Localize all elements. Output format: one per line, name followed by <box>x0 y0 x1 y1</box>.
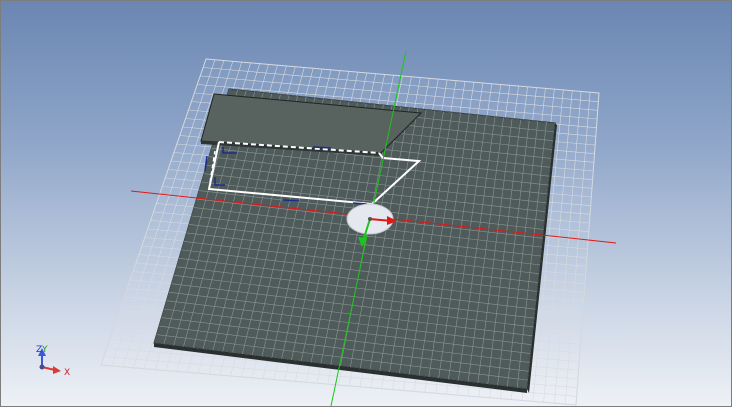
3d-viewport[interactable]: Z Y X <box>0 0 732 407</box>
triad-x-label: X <box>64 368 70 378</box>
axis-triad: Z Y X <box>36 345 70 378</box>
triad-y-label: Y <box>41 345 48 355</box>
3d-scene[interactable]: Z Y X <box>1 1 731 406</box>
